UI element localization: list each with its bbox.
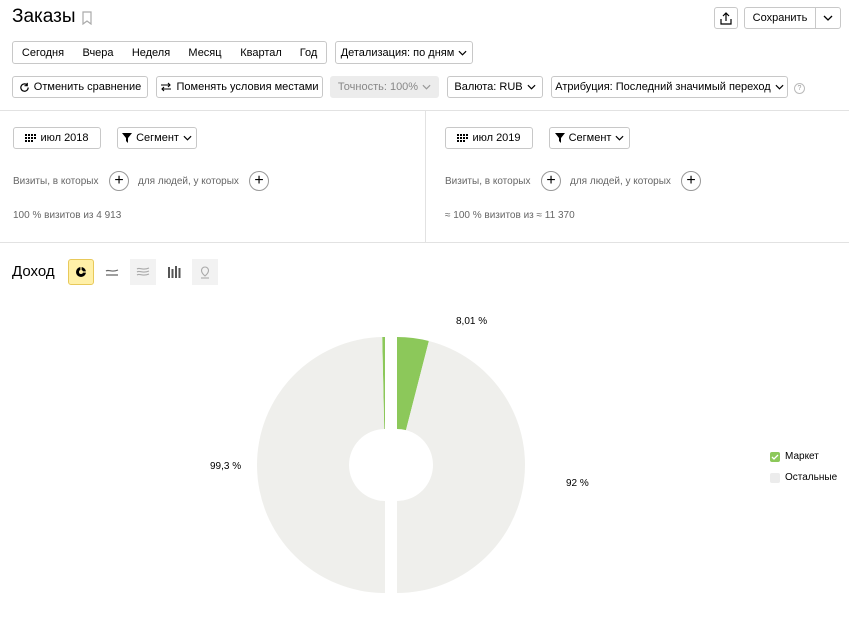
pie-slice-label: 99,3 % <box>210 461 241 472</box>
pie-slice-left-1[interactable] <box>256 337 385 593</box>
legend-label: Маркет <box>785 451 819 462</box>
checkbox-icon <box>770 472 780 483</box>
checkbox-checked-icon <box>770 451 780 462</box>
pie-slice-label: 8,01 % <box>456 316 487 327</box>
legend-item-market[interactable]: Маркет <box>770 451 819 462</box>
pie-chart: 99,3 % 8,01 % 92 % <box>210 316 589 593</box>
legend-label: Остальные <box>785 472 838 483</box>
legend-item-others[interactable]: Остальные <box>770 472 837 483</box>
pie-slice-label: 92 % <box>566 478 589 489</box>
